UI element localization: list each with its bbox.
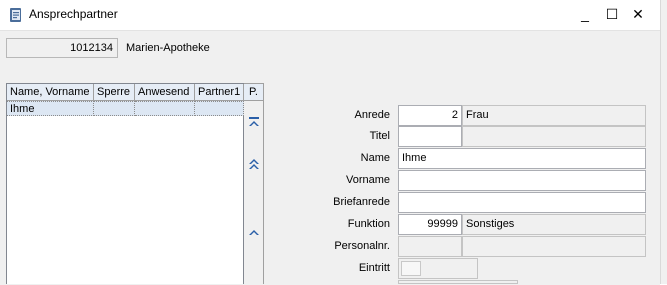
briefanrede-label: Briefanrede — [333, 196, 390, 208]
maximize-button[interactable]: ☐ — [602, 6, 622, 24]
titel-text-field — [462, 126, 646, 147]
column-header-p[interactable]: P. — [244, 84, 263, 101]
date-picker-icon[interactable] — [401, 261, 421, 276]
contacts-grid[interactable]: Name, Vorname Sperre Anwesend Partner1 I… — [6, 83, 244, 284]
vorname-label: Vorname — [345, 174, 390, 186]
column-header-anwesend[interactable]: Anwesend — [135, 84, 195, 101]
titel-label: Titel — [369, 130, 390, 142]
table-cell-sperre[interactable] — [94, 101, 135, 116]
table-cell-anwesend[interactable] — [135, 101, 195, 116]
vorname-field[interactable] — [398, 170, 646, 191]
anrede-text-field: Frau — [462, 105, 646, 126]
minimize-button[interactable]: _ — [575, 6, 595, 24]
next-field-partial — [398, 280, 518, 284]
table-cell-partner1[interactable] — [195, 101, 244, 116]
table-row[interactable]: Ihme — [7, 101, 244, 116]
customer-name-label: Marien-Apotheke — [126, 42, 210, 54]
grid-header: Name, Vorname Sperre Anwesend Partner1 — [7, 84, 244, 101]
eintritt-label: Eintritt — [358, 262, 390, 274]
title-bar: Ansprechpartner _ ☐ ✕ — [0, 0, 660, 30]
column-header-name[interactable]: Name, Vorname — [7, 84, 94, 101]
funktion-text-field: Sonstiges — [462, 214, 646, 235]
personalnr-label: Personalnr. — [334, 240, 390, 252]
funktion-label: Funktion — [347, 218, 390, 230]
table-cell-name[interactable]: Ihme — [7, 101, 94, 116]
contacts-app-icon — [8, 7, 24, 23]
right-edge-scrollbar[interactable] — [660, 0, 667, 284]
name-field[interactable]: Ihme — [398, 148, 646, 169]
column-header-partner1[interactable]: Partner1 — [195, 84, 244, 101]
funktion-code-field[interactable]: 99999 — [398, 214, 462, 235]
window-title: Ansprechpartner — [29, 7, 118, 21]
record-navigator: P. — [244, 83, 264, 284]
name-label: Name — [360, 152, 390, 164]
titel-code-field[interactable] — [398, 126, 462, 147]
close-button[interactable]: ✕ — [628, 6, 648, 24]
personalnr-text-field — [462, 236, 646, 257]
personalnr-code-field — [398, 236, 462, 257]
previous-record-icon[interactable] — [245, 226, 262, 244]
briefanrede-field[interactable] — [398, 192, 646, 213]
anrede-code-field[interactable]: 2 — [398, 105, 462, 126]
column-header-sperre[interactable]: Sperre — [94, 84, 135, 101]
anrede-label: Anrede — [354, 109, 390, 121]
customer-number-field: 1012134 — [6, 38, 118, 58]
first-record-icon[interactable] — [245, 116, 262, 134]
page-up-icon[interactable] — [245, 158, 262, 176]
eintritt-date-field[interactable] — [398, 258, 478, 279]
